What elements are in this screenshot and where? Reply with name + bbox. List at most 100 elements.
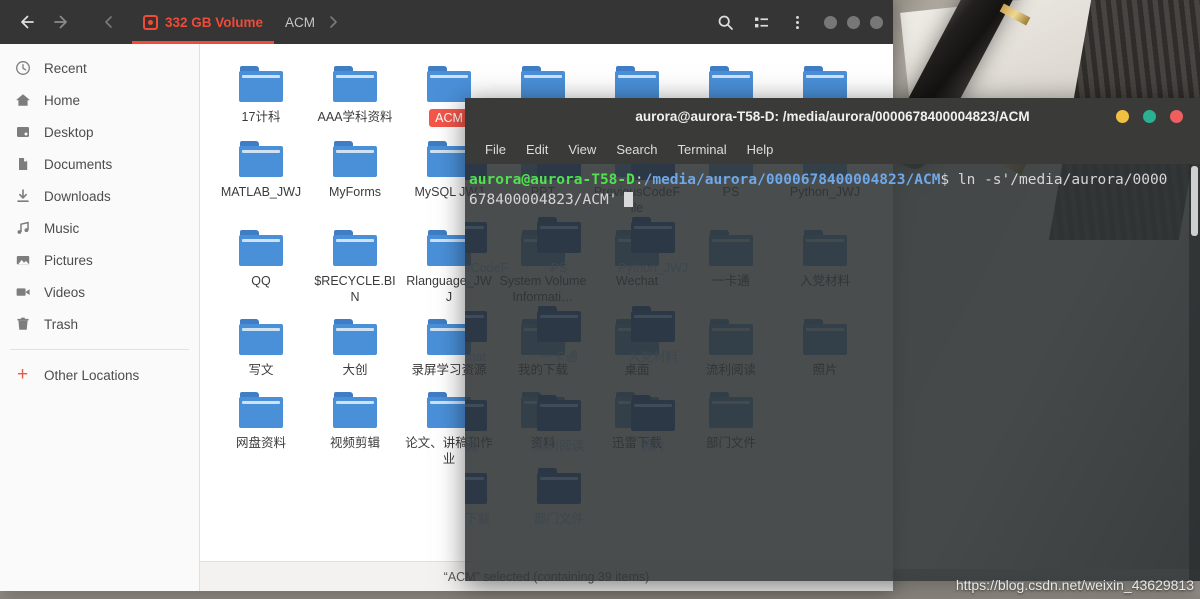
file-item[interactable]: AAA学科资料 xyxy=(308,60,402,127)
close-button[interactable] xyxy=(1170,109,1183,123)
maximize-button[interactable] xyxy=(1143,109,1156,123)
menu-item-file[interactable]: File xyxy=(475,139,516,160)
terminal-colon: : xyxy=(634,172,644,188)
ghost-file-item: 桌面 xyxy=(465,389,512,454)
ghost-file-item-label: PreviousCodeFile xyxy=(465,261,509,291)
folder-icon xyxy=(239,230,283,266)
trash-icon xyxy=(14,316,31,333)
sidebar-item-recent[interactable]: Recent xyxy=(0,52,199,84)
sidebar-item-label: Desktop xyxy=(44,124,94,140)
file-item-label: $RECYCLE.BIN xyxy=(314,274,396,304)
home-icon xyxy=(14,92,31,109)
sidebar-item-videos[interactable]: Videos xyxy=(0,276,199,308)
breadcrumb-item-volume[interactable]: 332 GB Volume xyxy=(132,0,275,44)
file-item[interactable]: 网盘资料 xyxy=(214,386,308,467)
sidebar-item-pictures[interactable]: Pictures xyxy=(0,244,199,276)
terminal-title: aurora@aurora-T58-D: /media/aurora/00006… xyxy=(635,108,1030,124)
sidebar-item-desktop[interactable]: Desktop xyxy=(0,116,199,148)
sidebar-item-documents[interactable]: Documents xyxy=(0,148,199,180)
close-button[interactable] xyxy=(870,15,883,29)
clock-icon xyxy=(14,60,31,77)
folder-icon xyxy=(803,66,847,102)
terminal-titlebar[interactable]: aurora@aurora-T58-D: /media/aurora/00006… xyxy=(465,98,1200,134)
terminal-scrollbar[interactable] xyxy=(1189,164,1200,581)
file-item[interactable]: 大创 xyxy=(308,313,402,378)
terminal-window: aurora@aurora-T58-D: /media/aurora/00006… xyxy=(465,98,1200,581)
file-item[interactable]: QQ xyxy=(214,224,308,305)
folder-icon xyxy=(333,230,377,266)
ghost-file-item: 入党材料 xyxy=(606,300,700,381)
ghost-file-item-label: 桌面 xyxy=(465,439,478,453)
chevron-right-icon[interactable] xyxy=(326,16,340,28)
terminal-menubar: File Edit View Search Terminal Help xyxy=(465,134,1200,164)
folder-icon xyxy=(333,319,377,355)
minimize-button[interactable] xyxy=(824,15,837,29)
sidebar-item-downloads[interactable]: Downloads xyxy=(0,180,199,212)
back-button[interactable] xyxy=(12,7,42,37)
file-item-label: MATLAB_JWJ xyxy=(220,185,302,199)
file-item-label: 网盘资料 xyxy=(235,436,286,450)
minimize-button[interactable] xyxy=(1116,109,1129,123)
list-view-icon[interactable] xyxy=(744,5,778,39)
ghost-folder-icon xyxy=(537,306,581,342)
terminal-screen[interactable]: 17计科AAA学科资料ACMMATLAB_JWJMyFormsMySQL JWJ… xyxy=(465,164,1200,581)
headerbar-actions xyxy=(708,5,893,39)
forward-button[interactable] xyxy=(46,7,76,37)
picture-icon xyxy=(14,252,31,269)
file-item[interactable]: MATLAB_JWJ xyxy=(214,135,308,216)
breadcrumb-prev-button[interactable] xyxy=(94,7,124,37)
kebab-menu-icon[interactable] xyxy=(780,5,814,39)
watermark-text: https://blog.csdn.net/weixin_43629813 xyxy=(955,577,1194,593)
folder-icon xyxy=(333,141,377,177)
file-item[interactable]: 视频剪辑 xyxy=(308,386,402,467)
music-note-icon xyxy=(14,220,31,237)
terminal-prompt-line: aurora@aurora-T58-D:/media/aurora/000067… xyxy=(469,170,1200,190)
folder-icon xyxy=(521,66,565,102)
file-item-label: QQ xyxy=(251,274,271,288)
folder-icon xyxy=(333,66,377,102)
menu-item-help[interactable]: Help xyxy=(737,139,784,160)
ghost-folder-icon xyxy=(465,306,487,342)
ghost-file-item: 照片 xyxy=(606,389,700,454)
file-item[interactable]: $RECYCLE.BIN xyxy=(308,224,402,305)
sidebar-item-label: Documents xyxy=(44,156,113,172)
file-item[interactable]: MyForms xyxy=(308,135,402,216)
sidebar-item-label: Pictures xyxy=(44,252,93,268)
maximize-button[interactable] xyxy=(847,15,860,29)
desktop-icon xyxy=(14,124,31,141)
ghost-folder-icon xyxy=(465,468,487,504)
file-item[interactable]: 写文 xyxy=(214,313,308,378)
breadcrumb-item-acm[interactable]: ACM xyxy=(274,0,326,44)
file-item-label: AAA学科资料 xyxy=(317,110,393,124)
sidebar-item-trash[interactable]: Trash xyxy=(0,308,199,340)
ghost-folder-icon xyxy=(465,395,487,431)
terminal-path: /media/aurora/0000678400004823/ACM xyxy=(643,172,941,188)
sidebar-item-label: Downloads xyxy=(44,188,111,204)
ghost-folder-icon xyxy=(631,306,675,342)
ghost-folder-icon xyxy=(631,395,675,431)
menu-item-search[interactable]: Search xyxy=(606,139,667,160)
ghost-file-item-label: 流利阅读 xyxy=(533,439,584,453)
menu-item-edit[interactable]: Edit xyxy=(516,139,558,160)
folder-icon xyxy=(427,66,471,102)
sidebar-item-other-locations[interactable]: + Other Locations xyxy=(0,359,199,391)
folder-icon xyxy=(239,319,283,355)
sidebar-item-music[interactable]: Music xyxy=(0,212,199,244)
menu-item-view[interactable]: View xyxy=(558,139,606,160)
terminal-command-part2: 678400004823/ACM' xyxy=(469,192,618,208)
folder-icon xyxy=(333,392,377,428)
ghost-file-item-label: 照片 xyxy=(640,439,666,453)
folder-icon xyxy=(239,141,283,177)
sidebar-item-home[interactable]: Home xyxy=(0,84,199,116)
ghost-file-item-label: Wechat xyxy=(465,350,487,364)
ghost-file-item: 迅雷下载 xyxy=(465,462,512,543)
ghost-file-item: PS xyxy=(512,211,606,292)
file-item[interactable]: 17计科 xyxy=(214,60,308,127)
menu-item-terminal[interactable]: Terminal xyxy=(668,139,737,160)
ghost-file-grid: 17计科AAA学科资料ACMMATLAB_JWJMyFormsMySQL JWJ… xyxy=(465,164,700,543)
search-icon[interactable] xyxy=(708,5,742,39)
ghost-file-item-label: Python_JWJ xyxy=(617,261,689,275)
document-icon xyxy=(14,156,31,173)
ghost-file-item-label: PS xyxy=(550,261,568,275)
ghost-file-item-label: 一卡通 xyxy=(540,350,578,364)
